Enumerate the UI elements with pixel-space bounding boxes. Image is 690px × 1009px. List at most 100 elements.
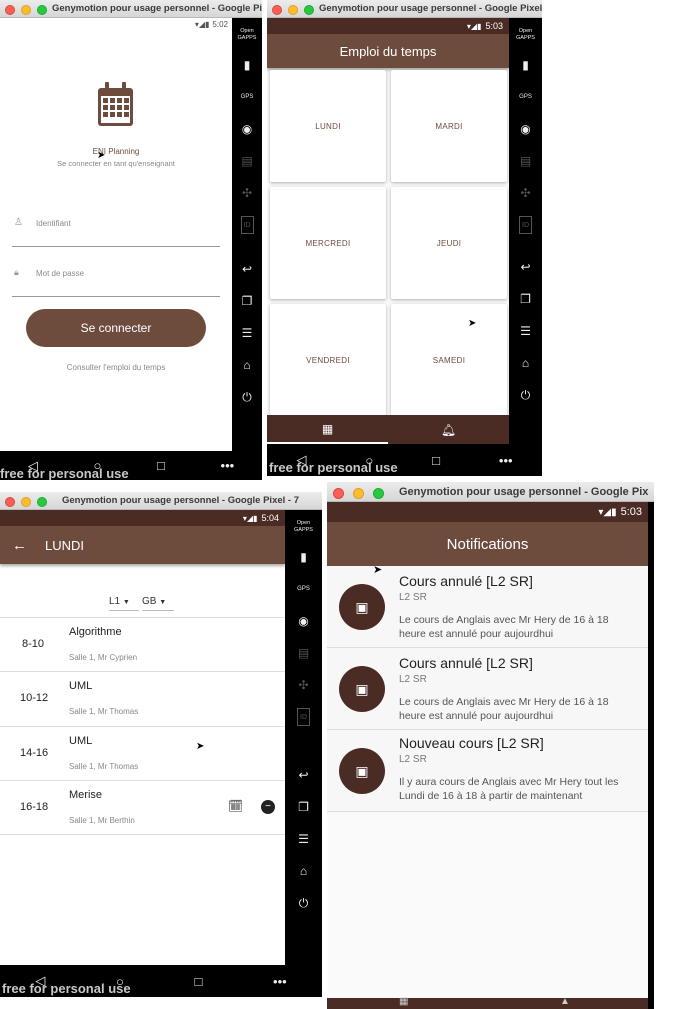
- remote-control-icon[interactable]: ✣: [242, 184, 252, 202]
- power-icon[interactable]: ⏻: [299, 894, 309, 912]
- capture-icon[interactable]: ▤: [298, 644, 309, 662]
- course-row[interactable]: 8-10 Algorithme Salle 1, Mr Cyprien: [0, 617, 285, 672]
- password-field[interactable]: 🔒︎ Mot de passe: [12, 261, 220, 297]
- webcam-icon[interactable]: ◉: [520, 120, 530, 138]
- window-titlebar[interactable]: Genymotion pour usage personnel - Google…: [0, 0, 262, 18]
- day-card-saturday[interactable]: SAMEDI: [391, 304, 507, 416]
- course-row[interactable]: 14-16 UML Salle 1, Mr Thomas ➤: [0, 727, 285, 781]
- home-icon[interactable]: ⌂: [300, 862, 307, 880]
- id-icon[interactable]: ID: [297, 708, 310, 726]
- id-icon[interactable]: ID: [240, 216, 254, 234]
- course-row[interactable]: 10-12 UML Salle 1, Mr Thomas: [0, 672, 285, 727]
- day-card-wednesday[interactable]: MERCREDI: [270, 187, 386, 299]
- back-arrow-icon[interactable]: ←: [12, 537, 27, 554]
- nav-notifications-tab[interactable]: 🔔︎: [388, 415, 509, 444]
- battery-icon[interactable]: ▮: [244, 56, 251, 74]
- close-window-button[interactable]: [272, 5, 282, 15]
- battery-icon[interactable]: ▮: [522, 56, 529, 74]
- username-field[interactable]: ♙ Identifiant: [12, 211, 220, 247]
- gps-icon[interactable]: GPS: [241, 88, 254, 106]
- nav-more-icon[interactable]: •••: [499, 453, 513, 468]
- level-dropdown[interactable]: L1 ▼: [109, 596, 139, 611]
- day-card-friday[interactable]: VENDREDI: [270, 304, 386, 416]
- back-icon[interactable]: ↩: [298, 766, 308, 784]
- home-icon[interactable]: ⌂: [243, 356, 250, 374]
- notification-title: Nouveau cours [L2 SR]: [399, 735, 544, 751]
- maximize-window-button[interactable]: [373, 488, 384, 499]
- group-dropdown[interactable]: GB ▼: [142, 596, 174, 611]
- gps-icon[interactable]: GPS: [297, 580, 310, 598]
- course-row[interactable]: 16-18 Merise Salle 1, Mr Berthin 🗓︎ −: [0, 781, 285, 835]
- notification-item[interactable]: ▣ Cours annulé [L2 SR] L2 SR Le cours de…: [327, 648, 648, 730]
- window-titlebar[interactable]: Genymotion pour usage personnel - Google…: [327, 482, 654, 502]
- opengapps-logo[interactable]: Open GAPPS: [516, 28, 535, 42]
- window-titlebar[interactable]: Genymotion pour usage personnel - Google…: [0, 492, 322, 510]
- id-icon[interactable]: ID: [519, 216, 532, 234]
- bell-icon[interactable]: ▲: [560, 996, 570, 1007]
- close-window-button[interactable]: [333, 488, 344, 499]
- capture-icon[interactable]: ▤: [241, 152, 252, 170]
- home-icon[interactable]: ⌂: [522, 354, 529, 372]
- view-schedule-link[interactable]: Consulter l'emploi du temps: [0, 363, 232, 372]
- gps-icon[interactable]: GPS: [519, 88, 532, 106]
- recent-apps-icon[interactable]: ❐: [298, 798, 309, 816]
- maximize-window-button[interactable]: [304, 5, 314, 15]
- webcam-icon[interactable]: ◉: [298, 612, 308, 630]
- notification-item[interactable]: ▣ Cours annulé [L2 SR] L2 SR Le cours de…: [327, 564, 648, 648]
- course-detail: Salle 1, Mr Thomas: [69, 762, 139, 771]
- webcam-icon[interactable]: ◉: [242, 120, 252, 138]
- close-window-button[interactable]: [5, 497, 15, 507]
- window-titlebar[interactable]: Genymotion pour usage personnel - Google…: [267, 0, 542, 18]
- notification-body: Il y aura cours de Anglais avec Mr Hery …: [399, 776, 619, 802]
- nav-schedule-tab[interactable]: ▦: [267, 415, 388, 444]
- day-card-monday[interactable]: LUNDI: [270, 70, 386, 182]
- notifications-screen: ▾◢▮ 5:03 Notifications ▣ Cours annulé [L2…: [327, 502, 648, 1009]
- menu-icon[interactable]: ☰: [242, 324, 253, 342]
- day-screen: ▾◢▮ 5:04 ← LUNDI L1 ▼ GB ▼ 8-10 Algorithm…: [0, 510, 285, 965]
- power-icon[interactable]: ⏻: [242, 388, 252, 406]
- menu-icon[interactable]: ☰: [298, 830, 309, 848]
- calendar-icon: ▣: [339, 748, 385, 794]
- menu-icon[interactable]: ☰: [520, 322, 531, 340]
- login-button[interactable]: Se connecter: [26, 309, 206, 347]
- app-bar: Emploi du temps: [267, 34, 509, 68]
- calendar-icon[interactable]: ▦: [399, 996, 408, 1007]
- back-icon[interactable]: ↩: [520, 258, 530, 276]
- recent-apps-icon[interactable]: ❐: [520, 290, 531, 308]
- remote-control-icon[interactable]: ✣: [298, 676, 308, 694]
- power-icon[interactable]: ⏻: [521, 386, 531, 404]
- nav-recents-icon[interactable]: □: [195, 974, 203, 989]
- maximize-window-button[interactable]: [37, 497, 47, 507]
- course-name: UML: [69, 680, 93, 692]
- calendar-cancel-icon[interactable]: 🗓︎: [228, 799, 243, 813]
- maximize-window-button[interactable]: [37, 5, 47, 15]
- remove-circle-icon[interactable]: −: [261, 800, 275, 814]
- close-window-button[interactable]: [5, 5, 15, 15]
- back-icon[interactable]: ↩: [242, 260, 252, 278]
- nav-recents-icon[interactable]: □: [432, 453, 440, 468]
- password-placeholder: Mot de passe: [36, 269, 85, 278]
- opengapps-logo[interactable]: Open GAPPS: [238, 28, 257, 42]
- nav-more-icon[interactable]: •••: [221, 458, 235, 473]
- chevron-down-icon: ▼: [122, 599, 130, 606]
- nav-recents-icon[interactable]: □: [157, 458, 165, 473]
- minimize-window-button[interactable]: [353, 488, 364, 499]
- calendar-icon: [97, 80, 134, 128]
- opengapps-logo[interactable]: Open GAPPS: [294, 520, 313, 534]
- bell-icon: 🔔︎: [440, 422, 457, 437]
- status-time: 5:04: [261, 513, 279, 523]
- day-card-thursday[interactable]: JEUDI: [391, 187, 507, 299]
- minimize-window-button[interactable]: [288, 5, 298, 15]
- recent-apps-icon[interactable]: ❐: [242, 292, 253, 310]
- battery-icon[interactable]: ▮: [300, 548, 307, 566]
- notification-item[interactable]: ▣ Nouveau cours [L2 SR] L2 SR Il y aura …: [327, 730, 648, 812]
- minimize-window-button[interactable]: [21, 497, 31, 507]
- day-card-tuesday[interactable]: MARDI: [391, 70, 507, 182]
- username-placeholder: Identifiant: [36, 219, 71, 228]
- window-notifications: Genymotion pour usage personnel - Google…: [327, 482, 654, 1009]
- minimize-window-button[interactable]: [21, 5, 31, 15]
- capture-icon[interactable]: ▤: [520, 152, 531, 170]
- nav-more-icon[interactable]: •••: [273, 974, 287, 989]
- remote-control-icon[interactable]: ✣: [520, 184, 530, 202]
- course-name: Merise: [69, 789, 103, 801]
